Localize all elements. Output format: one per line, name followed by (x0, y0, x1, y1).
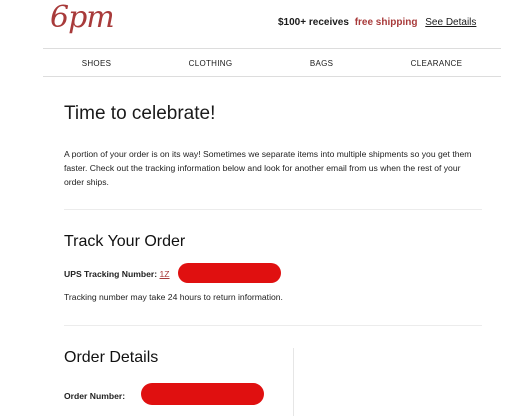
order-number-label: Order Number: (64, 391, 126, 401)
section-divider-1 (64, 209, 482, 210)
tracking-note: Tracking number may take 24 hours to ret… (64, 292, 283, 302)
track-order-title: Track Your Order (64, 233, 186, 250)
order-number-row: Order Number: (64, 391, 125, 401)
tracking-number-row: UPS Tracking Number: 1Z (64, 269, 170, 279)
section-divider-2 (64, 325, 482, 326)
order-number-redaction (141, 383, 264, 405)
header-divider (43, 48, 501, 49)
celebrate-body: A portion of your order is on its way! S… (64, 149, 472, 187)
see-details-link[interactable]: See Details (425, 17, 476, 28)
promo-free-shipping: free shipping (354, 17, 418, 28)
nav-item-clearance[interactable]: CLEARANCE (411, 59, 463, 68)
promo-amount: $100+ receives (278, 17, 349, 28)
order-details-column-divider (293, 348, 294, 416)
order-details-title: Order Details (64, 349, 159, 366)
nav-item-shoes[interactable]: SHOES (82, 59, 112, 68)
tracking-number-label: UPS Tracking Number: (64, 269, 158, 279)
brand-logo[interactable]: 6pm (50, 0, 115, 36)
main-nav: SHOES CLOTHING BAGS CLEARANCE (43, 50, 501, 76)
tracking-number-redaction (178, 263, 281, 283)
nav-item-bags[interactable]: BAGS (310, 59, 333, 68)
free-shipping-banner: $100+ receives free shipping See Details (278, 17, 476, 29)
tracking-number-link[interactable]: 1Z (160, 269, 170, 279)
nav-divider (43, 76, 501, 77)
nav-item-clothing[interactable]: CLOTHING (189, 59, 233, 68)
celebrate-title: Time to celebrate! (64, 103, 216, 124)
